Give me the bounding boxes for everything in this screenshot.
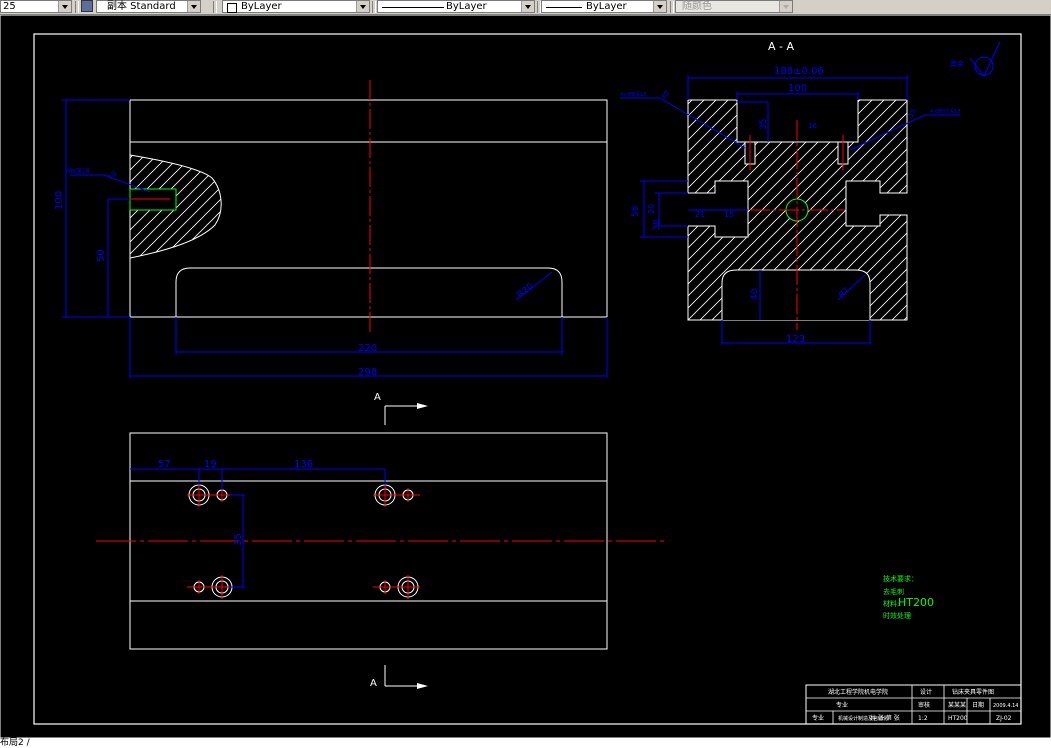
layout-tab-label[interactable]: 布局2 /: [0, 738, 30, 748]
tb-part-name: 钻床夹具零件图: [952, 688, 994, 696]
front-view: 100 50 220 298 R20 M8深18 10: [54, 80, 608, 378]
color-swatch-icon: [227, 3, 237, 13]
linetype-dropdown[interactable]: ByLayer: [377, 0, 535, 13]
tb-drawing-no: ZJ-02: [996, 715, 1012, 722]
tb-design: 设计: [920, 688, 932, 696]
tb-school: 湖北工程学院机电学院: [828, 688, 888, 696]
tb-scale-label: 1:2: [918, 715, 928, 722]
title-block: 湖北工程学院机电学院 设计 钻床夹具零件图 专业 审核 某某某 日期 2009.…: [805, 684, 1022, 725]
linetype-sample-icon: [382, 7, 444, 8]
roughness-symbol-icon: [974, 56, 994, 76]
dim-35: 35: [233, 533, 244, 546]
plotstyle-dropdown[interactable]: 随颜色: [675, 0, 793, 13]
note-left: 4×M8深18: [620, 91, 646, 98]
front-slot: [175, 267, 563, 317]
dim-angle-left: 30: [659, 89, 671, 101]
drawing-canvas[interactable]: 100 50 220 298 R20 M8深18 10 A - A 188±0.…: [0, 15, 1051, 738]
layer-color-dropdown[interactable]: ByLayer: [222, 0, 370, 13]
dim-angle-right: 15: [907, 107, 918, 119]
toolbar-separator: [75, 1, 79, 13]
dim-height-50: 50: [96, 249, 107, 262]
roughness-check-icon: [969, 41, 1001, 77]
dim-radius-r20: R20: [516, 281, 536, 300]
dim-21: 21: [695, 210, 705, 219]
dim-height-100: 100: [54, 191, 65, 210]
dim-19: 19: [204, 459, 217, 470]
tb-student: 某某某: [948, 702, 966, 709]
chevron-down-icon[interactable]: [521, 1, 534, 12]
dim-bottom-width: 123: [786, 334, 805, 345]
note-line-4: 时效处理: [883, 611, 911, 620]
dim-scale-dropdown[interactable]: 25: [0, 0, 72, 13]
tb-major: 专业: [836, 701, 848, 709]
dimstyle-icon[interactable]: [81, 0, 93, 12]
section-a-a-view: A - A 188±0.06 100 35 16 56 20 30 21 15 …: [620, 40, 1001, 345]
dim-20: 20: [647, 204, 656, 214]
toolbar-separator: [670, 1, 674, 13]
lineweight-dropdown[interactable]: ByLayer: [541, 0, 667, 13]
layout-tab-bar[interactable]: 布局2 /: [0, 738, 1051, 748]
roughness-label: 其余: [950, 59, 964, 68]
dim-depth-35: 35: [759, 119, 769, 130]
dim-30: 30: [652, 220, 661, 230]
tb-date: 2009.4.14: [993, 703, 1018, 709]
layer-color-value: ByLayer: [241, 1, 282, 12]
plotstyle-value: 随颜色: [682, 1, 712, 12]
tb-date-label: 日期: [972, 701, 984, 709]
note-material: HT200: [898, 596, 934, 609]
arrow-right-icon: [417, 403, 428, 409]
dimstyle-dropdown[interactable]: 副本 Standard: [96, 0, 201, 13]
dimstyle-value: 副本 Standard: [107, 1, 176, 12]
linetype-value: ByLayer: [446, 1, 487, 12]
note-line-2: 去毛刺: [883, 587, 904, 596]
tb-check: 审核: [918, 701, 930, 709]
tb-material: HT200: [948, 715, 968, 722]
chevron-down-icon[interactable]: [653, 1, 666, 12]
properties-toolbar: 25 副本 Standard ByLayer ByLayer ByLayer 随…: [0, 0, 1051, 15]
note-line-3-prefix: 材料:: [883, 599, 899, 608]
dim-scale-value: 25: [3, 1, 16, 12]
technical-notes: 技术要求： 去毛刺 材料: HT200 时效处理: [883, 574, 934, 620]
note-line-1: 技术要求：: [883, 574, 918, 583]
dim-total-298: 298: [358, 367, 377, 378]
section-marker-top: A: [374, 392, 381, 403]
dim-40: 40: [750, 288, 760, 300]
lineweight-value: ByLayer: [586, 1, 627, 12]
section-title: A - A: [768, 40, 794, 53]
dim-56: 56: [631, 205, 641, 217]
thread-note: M8深18: [67, 167, 90, 175]
toolbar-separator: [213, 1, 217, 13]
tb-major-label: 专业: [812, 714, 824, 722]
section-marker-bottom: A: [370, 678, 377, 689]
dim-15: 15: [724, 210, 734, 219]
dim-57: 57: [158, 459, 171, 470]
note-right: 4-Ø8H7深18: [930, 108, 960, 115]
dim-depth-16: 16: [808, 122, 817, 130]
chevron-down-icon[interactable]: [779, 1, 792, 12]
tb-sheet: 共 张 第 张: [870, 714, 900, 722]
dim-slot-220: 220: [358, 343, 377, 354]
lineweight-sample-icon: [546, 7, 582, 8]
dim-top-width: 188±0.06: [774, 66, 824, 77]
toolbar-separator: [372, 1, 376, 13]
chevron-down-icon[interactable]: [356, 1, 369, 12]
chevron-down-icon[interactable]: [187, 1, 200, 12]
top-view: 57 19 136 35 A A: [96, 392, 667, 689]
dim-inner-width: 100: [788, 83, 807, 94]
dim-136: 136: [294, 459, 313, 470]
chevron-down-icon[interactable]: [58, 1, 71, 12]
arrow-right-icon: [417, 683, 428, 689]
